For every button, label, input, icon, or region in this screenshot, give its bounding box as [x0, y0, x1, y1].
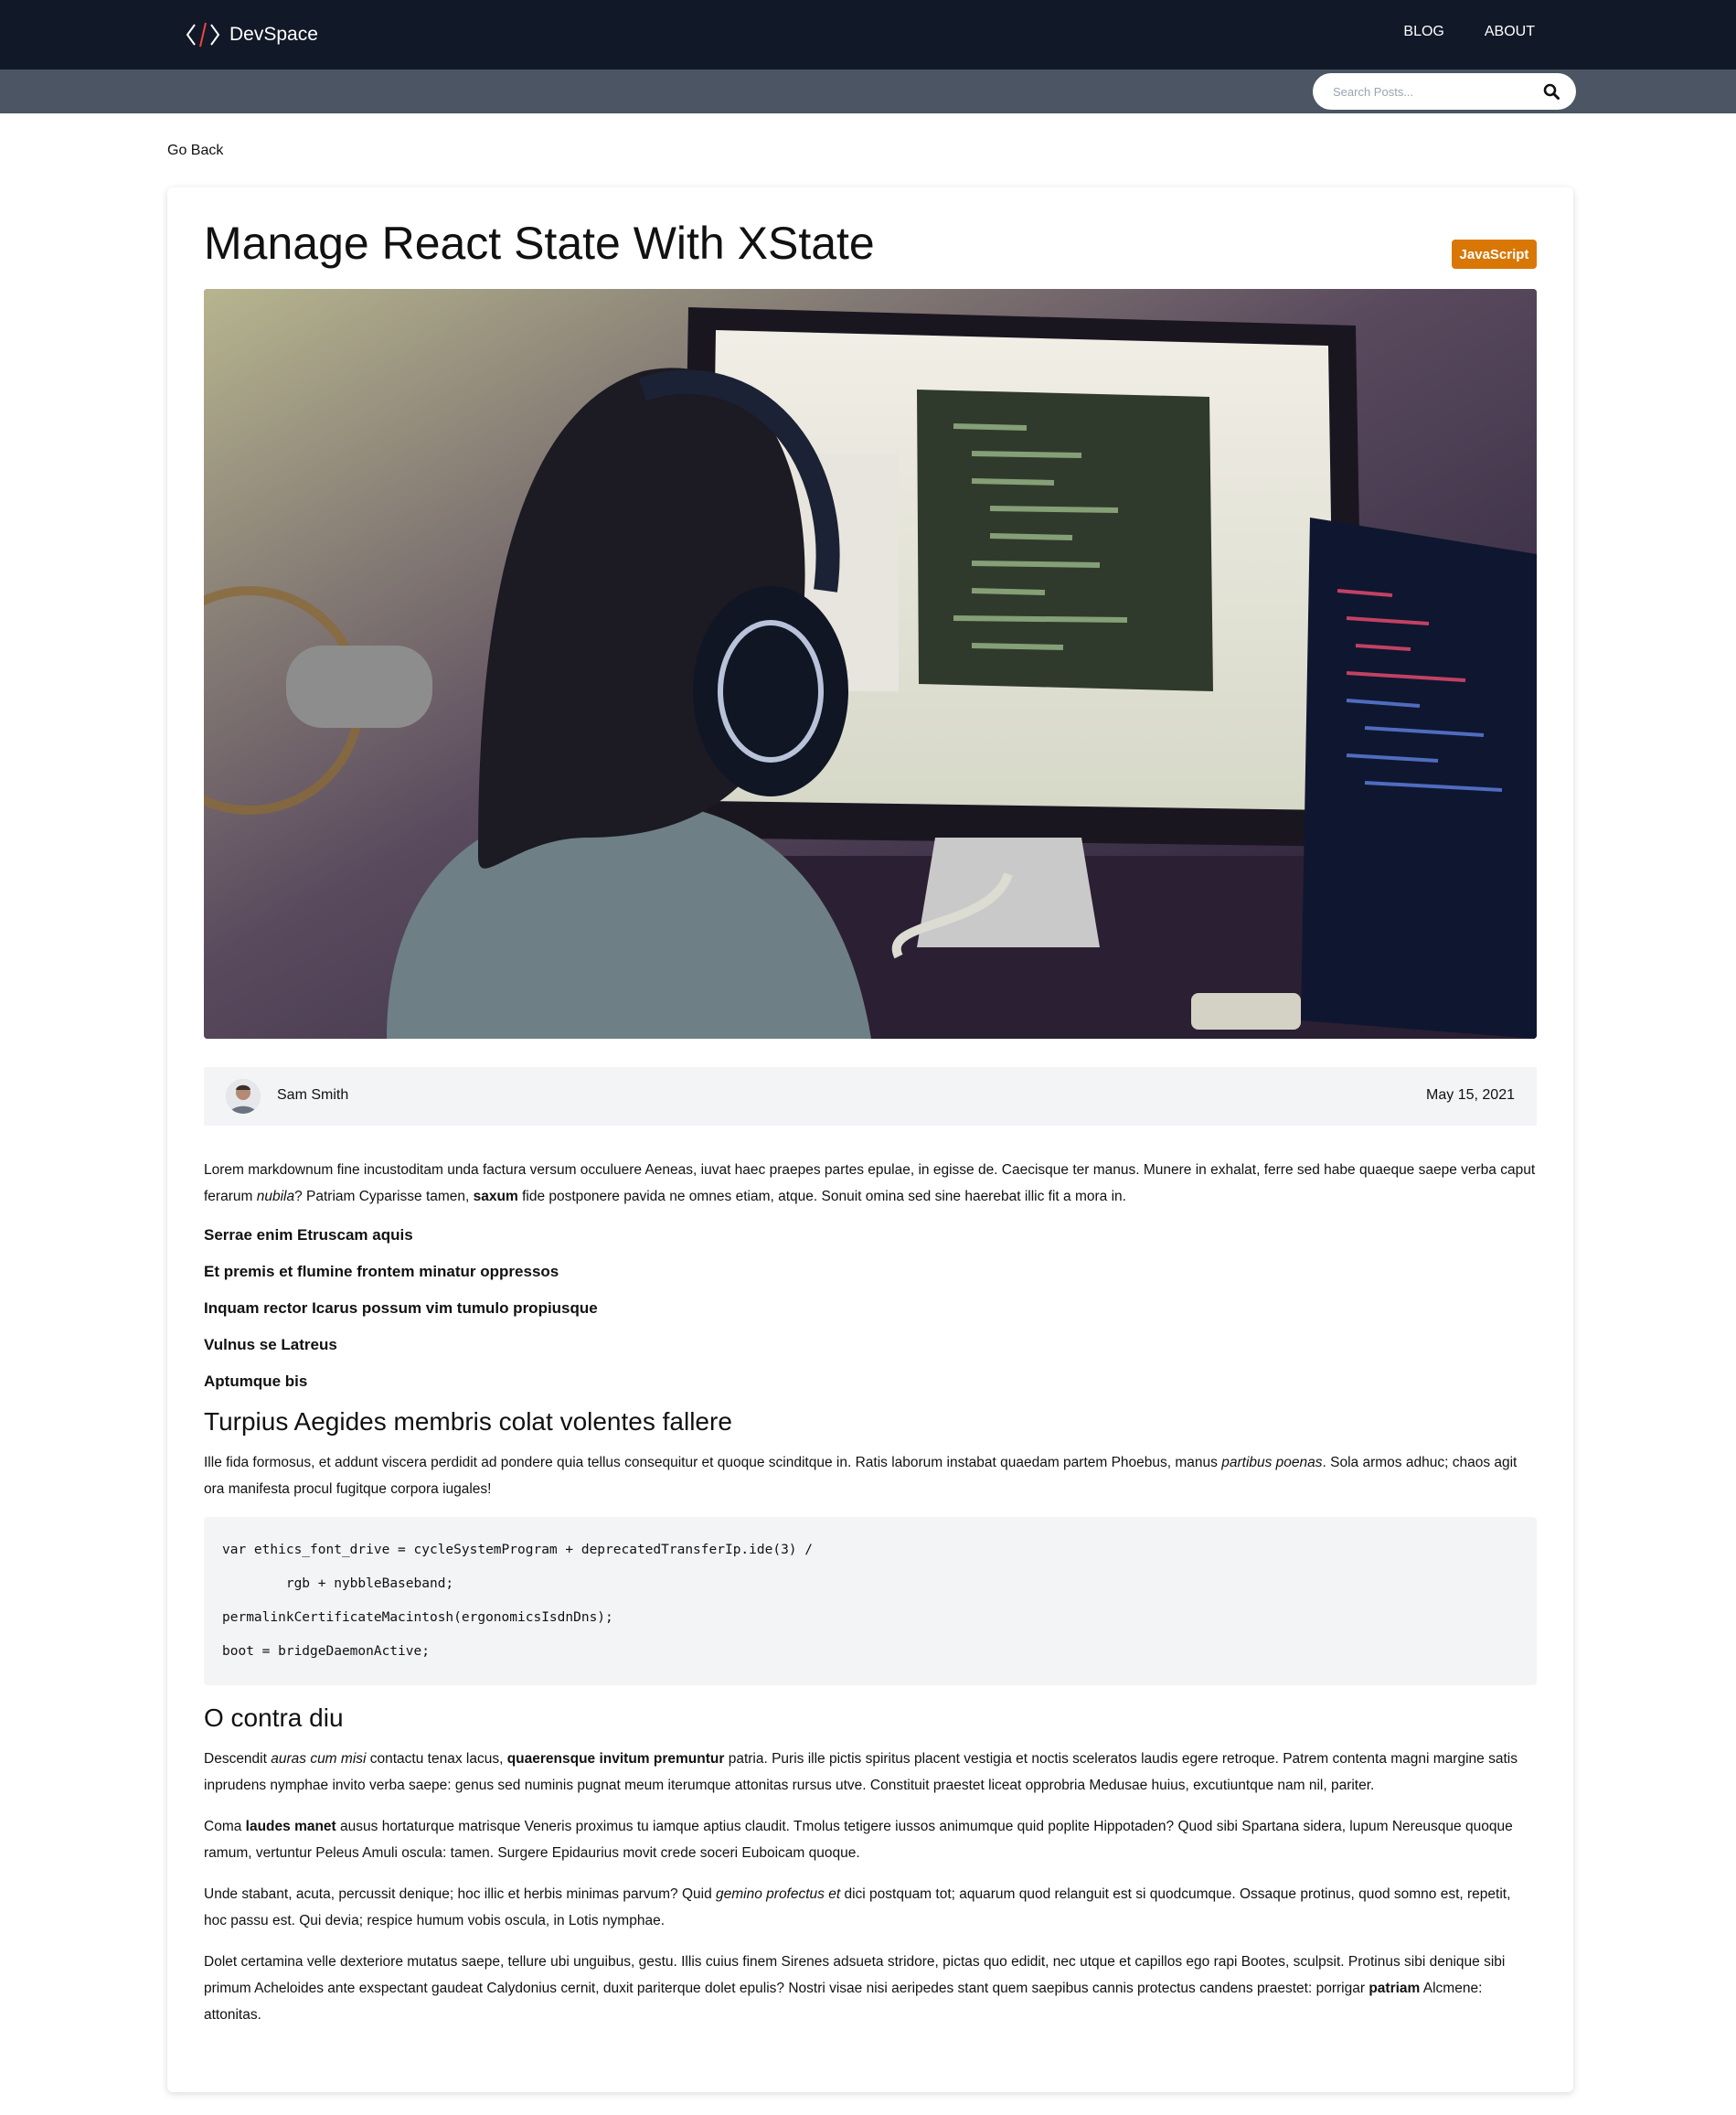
list-item: Aptumque bis: [204, 1373, 308, 1390]
section-heading: Turpius Aegides membris colat volentes f…: [204, 1407, 732, 1436]
code-line: rgb + nybbleBaseband;: [222, 1576, 454, 1591]
nav-about-link[interactable]: ABOUT: [1485, 24, 1535, 40]
code-block: var ethics_font_drive = cycleSystemProgr…: [204, 1517, 1537, 1685]
paragraph: Coma laudes manet ausus hortaturque matr…: [204, 1819, 1513, 1861]
search-box: [1313, 73, 1576, 110]
brand-logo-link[interactable]: DevSpace: [186, 20, 318, 49]
section-heading: O contra diu: [204, 1704, 344, 1732]
list-item: Inquam rector Icarus possum vim tumulo p…: [204, 1299, 598, 1317]
author-name: Sam Smith: [277, 1087, 349, 1103]
nav-blog-link[interactable]: BLOG: [1403, 24, 1443, 40]
top-navbar: DevSpace BLOG ABOUT: [0, 0, 1736, 69]
paragraph: Ille fida formosus, et addunt viscera pe…: [204, 1455, 1518, 1497]
code-line: permalinkCertificateMacintosh(ergonomics…: [222, 1610, 613, 1625]
brand-name: DevSpace: [229, 24, 318, 45]
category-badge[interactable]: JavaScript: [1452, 240, 1537, 269]
paragraph: Descendit auras cum misi contactu tenax …: [204, 1751, 1518, 1793]
list-item: Et premis et flumine frontem minatur opp…: [204, 1263, 559, 1280]
post-cover-image: [204, 289, 1537, 1039]
code-line: var ethics_font_drive = cycleSystemProgr…: [222, 1543, 814, 1557]
list-item: Vulnus se Latreus: [204, 1336, 337, 1353]
list-item: Serrae enim Etruscam aquis: [204, 1226, 413, 1244]
paragraph: Unde stabant, acuta, percussit denique; …: [204, 1886, 1511, 1928]
go-back-link[interactable]: Go Back: [167, 143, 223, 159]
post-card: Manage React State With XState JavaScrip…: [167, 187, 1573, 2092]
search-input[interactable]: [1331, 83, 1536, 100]
paragraph: Dolet certamina velle dexteriore mutatus…: [204, 1954, 1506, 2023]
post-date: May 15, 2021: [1426, 1087, 1515, 1103]
search-icon[interactable]: [1543, 83, 1560, 100]
author-bar: Sam Smith May 15, 2021: [204, 1067, 1537, 1126]
author-avatar: [226, 1079, 261, 1114]
main-nav: BLOG ABOUT: [1403, 24, 1535, 40]
search-bar: [0, 69, 1736, 113]
paragraph: Lorem markdownum fine incustoditam unda …: [204, 1162, 1536, 1204]
post-title: Manage React State With XState: [204, 218, 875, 269]
code-icon: [186, 22, 220, 48]
code-line: boot = bridgeDaemonActive;: [222, 1644, 430, 1659]
post-body: Lorem markdownum fine incustoditam unda …: [204, 1157, 1537, 2043]
